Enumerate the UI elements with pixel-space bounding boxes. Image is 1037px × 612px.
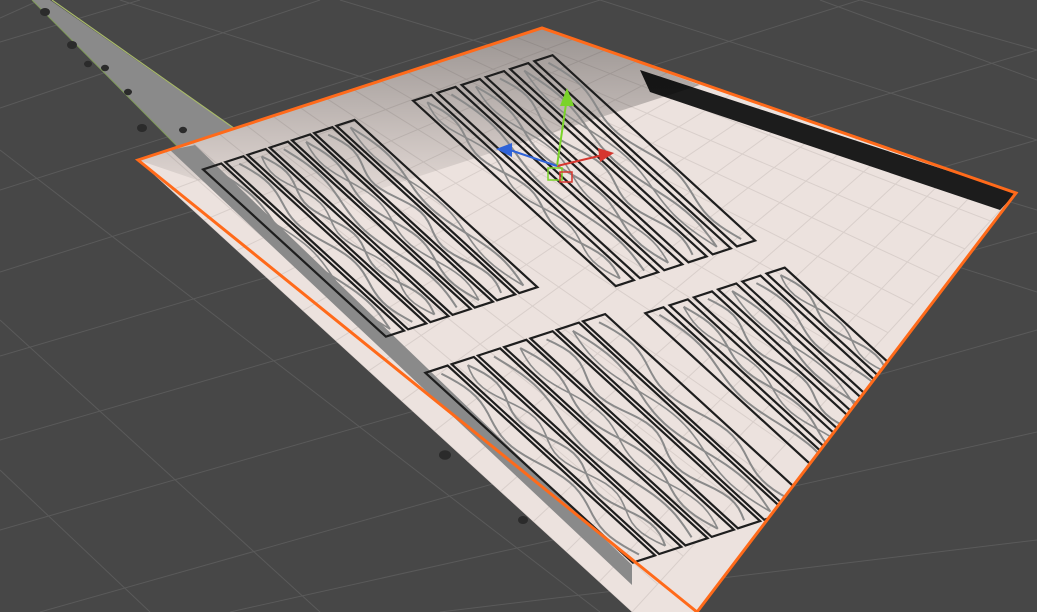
rock (84, 60, 92, 68)
rock (124, 88, 132, 96)
scene-canvas[interactable] (0, 0, 1037, 612)
scene-viewport[interactable] (0, 0, 1037, 612)
rock (439, 450, 451, 460)
rock (518, 516, 528, 524)
rock (67, 41, 77, 49)
rock (179, 126, 187, 134)
rock (137, 124, 147, 132)
rock (40, 8, 50, 16)
rock (101, 64, 109, 72)
